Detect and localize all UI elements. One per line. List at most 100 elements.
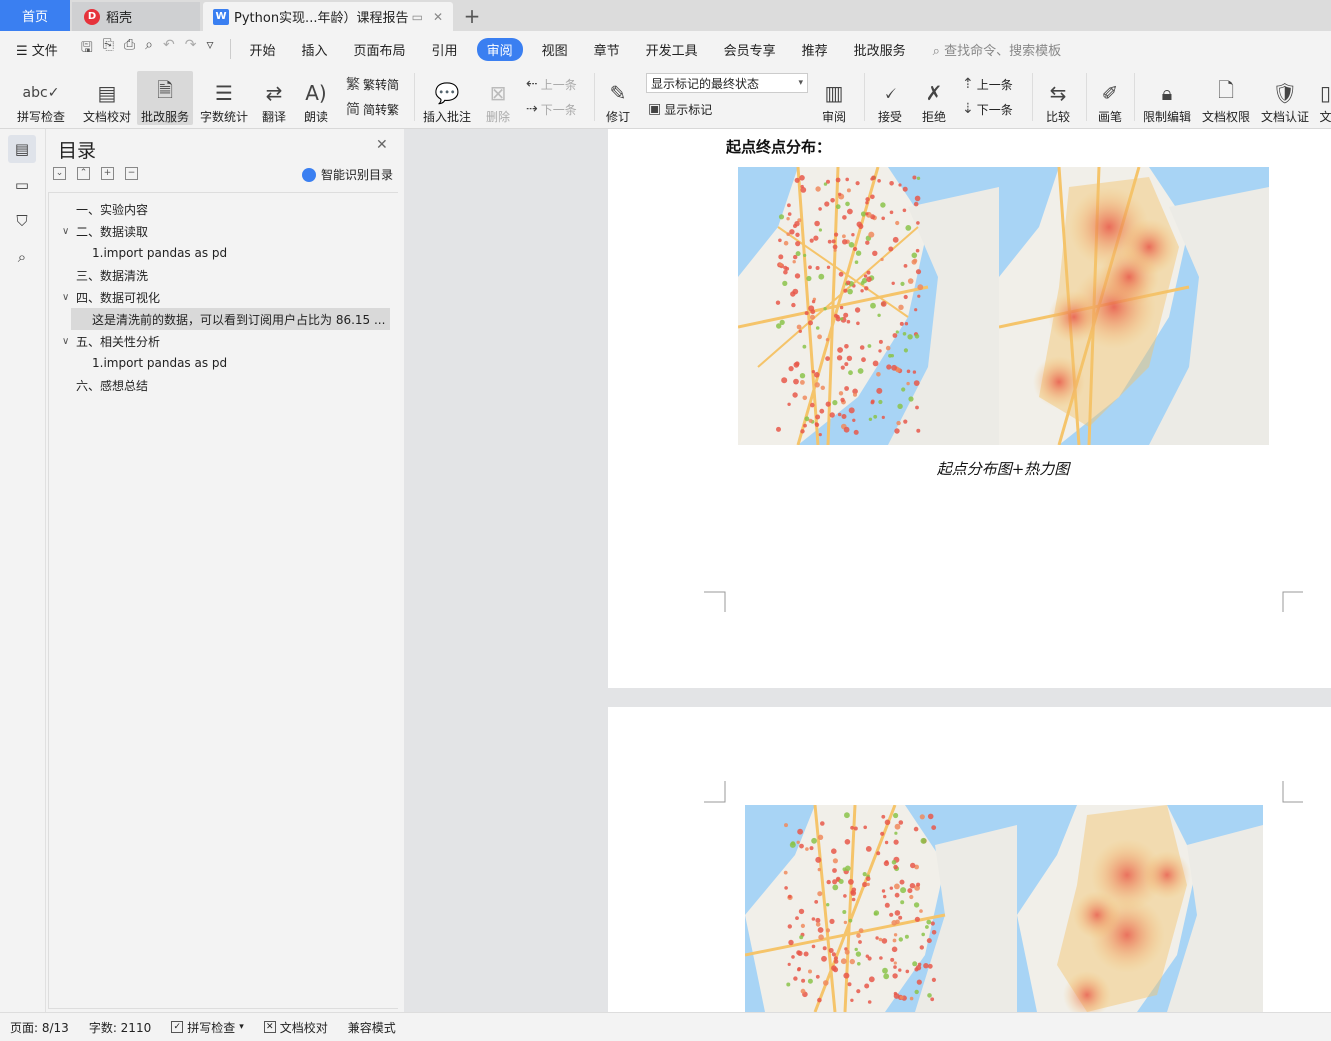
- map-scatter-graphic: [738, 167, 999, 445]
- pen-button[interactable]: ✐ 画笔: [1094, 71, 1126, 125]
- remove-level-icon[interactable]: −: [125, 167, 138, 180]
- toc-item[interactable]: 1.import pandas as pd: [92, 352, 227, 374]
- ribbon-overflow-button[interactable]: ▯ 文: [1320, 71, 1331, 125]
- doc-proof-button[interactable]: ▤ 文档校对: [80, 71, 134, 125]
- toc-item[interactable]: 六、感想总结: [62, 374, 148, 396]
- export-pdf-icon[interactable]: ⎘: [103, 37, 114, 61]
- collapse-all-icon[interactable]: ⌄: [53, 167, 66, 180]
- map-dot: [850, 825, 854, 830]
- chapter-nav-icon[interactable]: ▭: [8, 171, 36, 199]
- menu-insert[interactable]: 插入: [289, 40, 341, 59]
- map-dot: [781, 377, 788, 384]
- menu-view[interactable]: 视图: [529, 40, 581, 59]
- file-menu[interactable]: ☰ 文件: [0, 40, 71, 59]
- accept-button[interactable]: 🗸 接受: [872, 71, 908, 125]
- map-dot: [893, 993, 900, 999]
- menu-review[interactable]: 审阅: [476, 37, 523, 61]
- word-count-button[interactable]: ☰ 字数统计: [198, 71, 250, 125]
- toc-item[interactable]: ∨ 四、数据可视化: [62, 286, 160, 308]
- track-changes-button[interactable]: ✎ 修订: [600, 71, 636, 125]
- toc-icon[interactable]: ▤: [8, 135, 36, 163]
- read-aloud-button[interactable]: A) 朗读: [300, 71, 332, 125]
- map-dot: [927, 963, 933, 969]
- spell-check-status-label: 拼写检查: [187, 1020, 236, 1035]
- toc-item[interactable]: 一、实验内容: [62, 198, 148, 220]
- menu-section[interactable]: 章节: [581, 40, 633, 59]
- toc-item[interactable]: ∨ 五、相关性分析: [62, 330, 160, 352]
- tab-document[interactable]: W Python实现...年龄）课程报告 ▭ ✕: [203, 2, 453, 31]
- menu-recommend[interactable]: 推荐: [789, 40, 841, 59]
- undo-icon[interactable]: ↶: [163, 37, 175, 61]
- pin-icon[interactable]: ▭: [412, 10, 423, 24]
- toc-item-label: 这是清洗前的数据，可以看到订阅用户占比为 86.15 ...: [92, 312, 386, 327]
- tab-daoke[interactable]: D 稻壳: [72, 2, 200, 31]
- menu-review-service[interactable]: 批改服务: [841, 40, 919, 59]
- redo-icon[interactable]: ↷: [185, 37, 197, 61]
- markup-state-select[interactable]: 显示标记的最终状态 ▾: [646, 73, 808, 93]
- spell-check-icon: abc✓: [22, 85, 60, 101]
- map-dot: [873, 912, 878, 916]
- map-dot: [912, 370, 917, 374]
- spell-check-toggle[interactable]: ✓ 拼写检查 ▾: [161, 1019, 254, 1036]
- chevron-down-icon[interactable]: ∨: [62, 292, 76, 303]
- map-dot: [859, 345, 865, 350]
- reject-button[interactable]: ✗ 拒绝: [916, 71, 952, 125]
- add-level-icon[interactable]: +: [101, 167, 114, 180]
- expand-all-icon[interactable]: ⌃: [77, 167, 90, 180]
- compare-button[interactable]: ⇆ 比较: [1040, 71, 1076, 125]
- save-icon[interactable]: 🖫: [81, 37, 93, 61]
- map-dot: [854, 260, 859, 264]
- menu-developer[interactable]: 开发工具: [633, 40, 711, 59]
- map-dot: [801, 978, 806, 983]
- menu-member[interactable]: 会员专享: [711, 40, 789, 59]
- smart-toc-button[interactable]: 智能识别目录: [302, 166, 393, 183]
- next-comment-button[interactable]: ⇢ 下一条: [526, 98, 577, 120]
- toc-item-selected[interactable]: 这是清洗前的数据，可以看到订阅用户占比为 86.15 ...: [71, 308, 390, 330]
- toc-item[interactable]: 1.import pandas as pd: [92, 242, 227, 264]
- insert-comment-button[interactable]: 💬 插入批注: [420, 71, 474, 125]
- document-page[interactable]: [608, 707, 1331, 1012]
- close-tab-icon[interactable]: ✕: [433, 10, 443, 24]
- map-dot: [838, 192, 842, 196]
- close-icon[interactable]: ✕: [376, 137, 388, 153]
- doc-certify-button[interactable]: 🛡︎ 文档认证: [1258, 71, 1312, 125]
- map-dot: [788, 894, 792, 899]
- show-markup-button[interactable]: ▣ 显示标记: [648, 98, 712, 120]
- menu-layout[interactable]: 页面布局: [341, 40, 419, 59]
- restrict-edit-button[interactable]: 🔒︎ 限制编辑: [1140, 71, 1194, 125]
- translate-button[interactable]: ⇄ 翻译: [256, 71, 292, 125]
- chevron-down-icon[interactable]: ∨: [62, 336, 76, 347]
- map-dot: [787, 212, 792, 216]
- to-simplified-button[interactable]: 繁繁转简: [346, 73, 399, 95]
- prev-change-button[interactable]: ⇡ 上一条: [962, 73, 1013, 95]
- next-change-button[interactable]: ⇣ 下一条: [962, 98, 1013, 120]
- word-count-indicator[interactable]: 字数: 2110: [79, 1019, 161, 1036]
- delete-comment-button[interactable]: ⊠ 删除: [480, 71, 516, 125]
- map-dot: [783, 240, 789, 246]
- toc-item[interactable]: ∨ 二、数据读取: [62, 220, 148, 242]
- find-icon[interactable]: ⌕: [8, 243, 36, 271]
- doc-proof-toggle[interactable]: ✕ 文档校对: [254, 1019, 338, 1036]
- menu-start[interactable]: 开始: [237, 40, 289, 59]
- to-traditional-label: 简转繁: [363, 102, 400, 117]
- doc-permission-button[interactable]: 🗋 文档权限: [1200, 71, 1252, 125]
- new-tab-button[interactable]: +: [462, 2, 482, 29]
- bookmark-icon[interactable]: ⛉: [8, 207, 36, 235]
- spell-check-button[interactable]: abc✓ 拼写检查: [10, 71, 72, 125]
- customize-icon[interactable]: ▿: [206, 37, 213, 61]
- print-preview-icon[interactable]: ⌕: [145, 37, 153, 61]
- toc-item[interactable]: 三、数据清洗: [62, 264, 148, 286]
- map-dot: [882, 967, 888, 974]
- command-search[interactable]: ⌕ 查找命令、搜索模板: [933, 40, 1061, 59]
- review-pane-button[interactable]: ▥ 审阅: [816, 71, 852, 125]
- menu-reference[interactable]: 引用: [419, 40, 471, 59]
- review-service-button[interactable]: 🗎 批改服务: [137, 71, 193, 125]
- page-indicator[interactable]: 页面: 8/13: [0, 1019, 79, 1036]
- print-icon[interactable]: ⎙: [124, 37, 135, 61]
- tab-home[interactable]: 首页: [0, 0, 70, 31]
- chevron-down-icon[interactable]: ∨: [62, 226, 76, 237]
- prev-comment-button[interactable]: ⇠ 上一条: [526, 73, 577, 95]
- to-traditional-button[interactable]: 简简转繁: [346, 98, 399, 120]
- map-dot: [790, 291, 796, 297]
- document-page[interactable]: 起点终点分布： 起点分布图+热力图: [608, 129, 1331, 688]
